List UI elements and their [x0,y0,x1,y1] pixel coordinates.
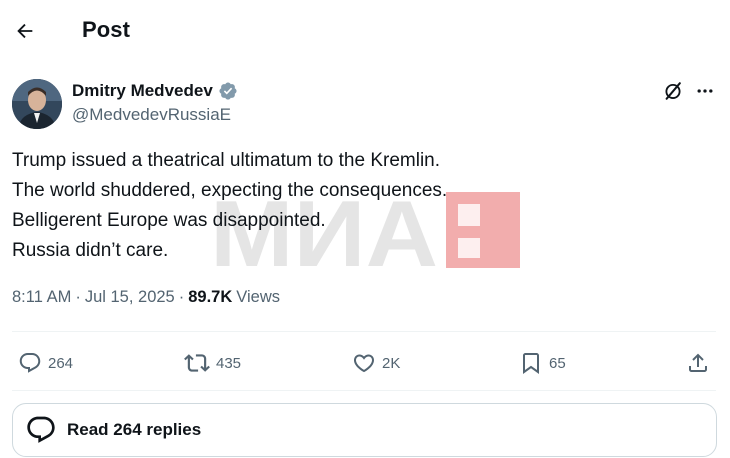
reply-count: 264 [48,354,74,372]
bookmark-count: 65 [549,354,566,372]
divider [12,390,716,391]
author-name-text: Dmitry Medvedev [72,81,213,100]
bookmark-button[interactable]: 65 [519,346,566,380]
grok-button[interactable] [660,78,686,104]
repost-count: 435 [216,354,242,372]
reply-icon [27,416,55,443]
tweet-line: Belligerent Europe was disappointed. [12,210,326,231]
avatar[interactable] [12,79,62,129]
read-replies-label: Read 264 replies [67,420,202,439]
views-count: 89.7K [188,288,233,306]
author-handle[interactable]: @MedvedevRussiaE [72,105,231,125]
tweet-meta: 8:11 AM · Jul 15, 2025 · 89.7K Views [12,288,280,307]
like-count: 2K [382,354,401,372]
like-button[interactable]: 2K [352,346,400,380]
reply-icon [19,353,41,373]
more-button[interactable] [692,78,718,104]
tweet-line: Trump issued a theatrical ultimatum to t… [12,150,441,171]
heart-icon [353,354,375,373]
meta-separator: · [75,288,81,306]
grok-icon [665,82,681,100]
share-button[interactable] [686,346,710,380]
author-name[interactable]: Dmitry Medvedev [72,81,238,101]
avatar-image [12,79,62,129]
repost-icon [184,354,210,372]
tweet-date[interactable]: Jul 15, 2025 [85,288,175,307]
reply-button[interactable]: 264 [18,346,73,380]
share-icon [689,353,707,372]
action-bar: 264 435 2K 65 [0,346,730,380]
divider [12,331,716,332]
read-replies-button[interactable]: Read 264 replies [12,403,717,457]
bookmark-icon [523,353,539,374]
tweet-line: Russia didn’t care. [12,240,169,261]
tweet-text: Trump issued a theatrical ultimatum to t… [12,146,712,266]
verified-badge-icon [218,81,238,101]
page-title: Post [82,17,131,42]
meta-separator: · [178,288,185,306]
tweet-time[interactable]: 8:11 AM [12,288,71,307]
top-bar: Post [0,0,730,62]
arrow-left-icon [17,23,33,39]
tweet-line: The world shuddered, expecting the conse… [12,180,448,201]
more-horizontal-icon [697,89,713,93]
views-label: Views [236,288,280,306]
repost-button[interactable]: 435 [184,346,241,380]
back-button[interactable] [10,16,40,46]
